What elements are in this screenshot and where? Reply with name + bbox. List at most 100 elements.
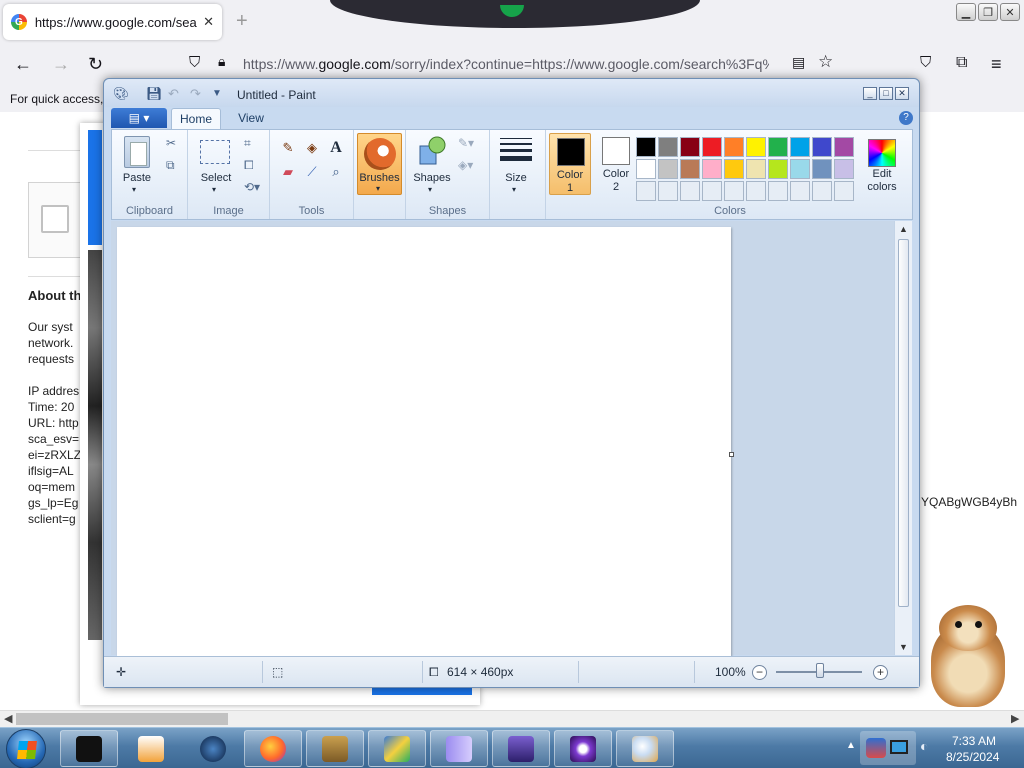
palette-swatch[interactable] [702, 137, 722, 157]
scroll-down-icon[interactable]: ▼ [899, 642, 908, 652]
palette-swatch[interactable] [834, 159, 854, 179]
menu-hamburger-icon[interactable]: ≡ [991, 54, 1002, 75]
clock-date[interactable]: 8/25/2024 [946, 750, 999, 764]
paste-dropdown-icon[interactable]: ▾ [132, 185, 136, 194]
scroll-left-icon[interactable]: ◀ [4, 712, 12, 725]
reload-icon[interactable]: ↻ [88, 54, 103, 75]
palette-swatch[interactable] [812, 137, 832, 157]
taskbar-app-5[interactable] [306, 730, 364, 767]
palette-swatch[interactable] [812, 181, 832, 201]
shapes-icon[interactable] [418, 136, 446, 166]
zoom-out-button[interactable]: − [752, 665, 767, 680]
size-icon[interactable] [500, 138, 532, 165]
help-icon[interactable]: ? [899, 111, 913, 125]
customize-toolbar-icon[interactable]: ▼ [212, 88, 222, 99]
start-button[interactable] [6, 729, 46, 768]
taskbar-app-3[interactable] [184, 730, 242, 767]
paint-minimize-button[interactable]: _ [863, 87, 877, 100]
paint-title-bar[interactable]: 🎨︎ 💾︎ ↶ ↷ ▼ Untitled - Paint _ □ ✕ [104, 79, 919, 107]
taskbar-app-7[interactable] [430, 730, 488, 767]
show-hidden-icons[interactable]: ▲ [846, 740, 856, 751]
palette-swatch[interactable] [724, 159, 744, 179]
save-icon[interactable]: 💾︎ [146, 86, 163, 102]
close-button[interactable]: ✕ [1000, 3, 1020, 21]
browser-tab-google[interactable]: G https://www.google.com/searc ✕ [3, 4, 222, 40]
text-tool-icon[interactable]: A [326, 138, 346, 158]
url-bar[interactable]: ⛉ 🔒︎ https://www.google.com/sorry/index?… [180, 48, 845, 80]
new-tab-icon[interactable]: + [236, 10, 248, 33]
palette-swatch[interactable] [746, 159, 766, 179]
redo-icon[interactable]: ↷ [190, 86, 201, 102]
palette-swatch[interactable] [680, 159, 700, 179]
palette-swatch[interactable] [658, 137, 678, 157]
scrollbar-thumb[interactable] [898, 239, 909, 607]
bookmark-star-icon[interactable]: ☆ [818, 52, 833, 72]
palette-swatch[interactable] [680, 137, 700, 157]
taskbar-app-8[interactable] [492, 730, 550, 767]
extensions-icon[interactable]: ⧉ [956, 54, 967, 72]
select-button[interactable]: Select [196, 172, 236, 184]
palette-swatch[interactable] [680, 181, 700, 201]
palette-swatch[interactable] [636, 137, 656, 157]
palette-swatch[interactable] [702, 159, 722, 179]
fill-icon[interactable]: ◈▾ [458, 158, 473, 172]
outline-icon[interactable]: ✎▾ [458, 136, 474, 150]
palette-swatch[interactable] [724, 181, 744, 201]
zoom-in-button[interactable]: + [873, 665, 888, 680]
taskbar-firefox[interactable] [244, 730, 302, 767]
edit-colors-button[interactable]: Edit colors [856, 133, 908, 195]
select-dropdown-icon[interactable]: ▾ [212, 185, 216, 194]
forward-arrow-icon[interactable]: → [52, 54, 70, 75]
pocket-icon[interactable]: ⛉ [920, 54, 931, 71]
back-arrow-icon[interactable]: ← [14, 54, 32, 75]
palette-swatch[interactable] [812, 159, 832, 179]
shield-icon[interactable]: ⛉ [189, 54, 200, 71]
zoom-slider-thumb[interactable] [816, 663, 824, 678]
paint-app-icon[interactable]: 🎨︎ [113, 86, 130, 102]
paste-button[interactable]: Paste [122, 172, 152, 184]
canvas-vertical-scrollbar[interactable]: ▲ ▼ [894, 221, 912, 655]
palette-swatch[interactable] [636, 181, 656, 201]
palette-swatch[interactable] [658, 181, 678, 201]
taskbar-app-9[interactable] [554, 730, 612, 767]
clipboard-icon[interactable] [124, 136, 150, 168]
palette-swatch[interactable] [724, 137, 744, 157]
tab-close-icon[interactable]: ✕ [203, 14, 214, 30]
cut-icon[interactable]: ✂ [166, 136, 176, 150]
resize-handle-right[interactable] [729, 452, 734, 457]
shapes-dropdown-icon[interactable]: ▾ [428, 185, 432, 194]
challenge-image-grid[interactable] [88, 250, 102, 640]
scrollbar-thumb[interactable] [16, 713, 228, 725]
color2-button[interactable]: Color 2 [594, 133, 638, 195]
undo-icon[interactable]: ↶ [168, 86, 179, 102]
crop-icon[interactable]: ⌗ [244, 136, 251, 151]
restore-button[interactable]: ❐ [978, 3, 998, 21]
palette-swatch[interactable] [768, 181, 788, 201]
brushes-button[interactable]: Brushes ▾ [357, 133, 402, 195]
file-menu-button[interactable]: ▤ ▾ [111, 108, 167, 128]
palette-swatch[interactable] [702, 181, 722, 201]
tray-app-icon[interactable] [866, 738, 886, 758]
tab-view[interactable]: View [229, 108, 273, 129]
palette-swatch[interactable] [768, 159, 788, 179]
palette-swatch[interactable] [834, 181, 854, 201]
tab-home[interactable]: Home [171, 108, 221, 129]
palette-swatch[interactable] [746, 181, 766, 201]
copy-icon[interactable]: ⧉ [166, 158, 175, 173]
lock-icon[interactable]: 🔒︎ [218, 53, 225, 70]
paint-close-button[interactable]: ✕ [895, 87, 909, 100]
pencil-icon[interactable]: ✎ [278, 138, 298, 158]
taskbar-app-1[interactable] [60, 730, 118, 767]
palette-swatch[interactable] [834, 137, 854, 157]
taskbar-paint[interactable] [616, 730, 674, 767]
scroll-right-icon[interactable]: ▶ [1011, 712, 1019, 725]
palette-swatch[interactable] [658, 159, 678, 179]
taskbar-app-2[interactable] [122, 730, 180, 767]
captcha-checkbox[interactable] [41, 205, 69, 233]
rotate-icon[interactable]: ⟲▾ [244, 180, 260, 194]
fill-bucket-icon[interactable]: ◈ [302, 138, 322, 158]
palette-swatch[interactable] [768, 137, 788, 157]
palette-swatch[interactable] [636, 159, 656, 179]
palette-swatch[interactable] [790, 137, 810, 157]
color-picker-icon[interactable]: ⟋ [302, 162, 322, 182]
